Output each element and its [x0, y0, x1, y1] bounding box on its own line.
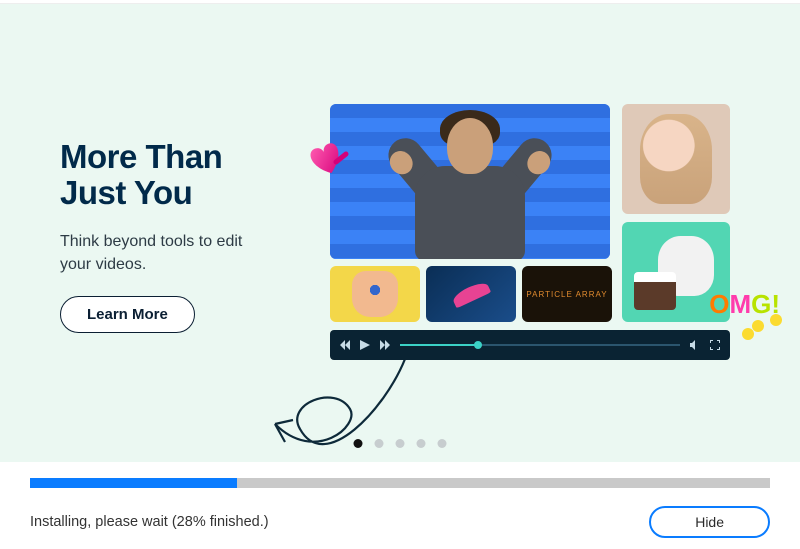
hero-text-column: More Than Just You Think beyond tools to… — [60, 64, 320, 462]
gallery-tile-main-video — [330, 104, 610, 259]
video-player-bar[interactable] — [330, 330, 730, 360]
hero-title-line-2: Just You — [60, 174, 192, 211]
hide-button[interactable]: Hide — [649, 506, 770, 538]
video-gallery: PARTICLE ARRAY — [330, 104, 750, 369]
play-icon[interactable] — [360, 340, 370, 350]
carousel-dot-4[interactable] — [438, 439, 447, 448]
playbar-track[interactable] — [400, 344, 680, 346]
volume-icon[interactable] — [690, 340, 700, 350]
install-progress-bar — [30, 478, 770, 488]
promo-hero: More Than Just You Think beyond tools to… — [0, 4, 800, 462]
carousel-dots — [354, 439, 447, 448]
install-progress-fill — [30, 478, 237, 488]
install-status-text: Installing, please wait (28% finished.) — [30, 514, 269, 530]
gallery-tile-boat — [426, 266, 516, 322]
hero-title: More Than Just You — [60, 139, 320, 212]
gallery-tile-pet — [622, 222, 730, 322]
skip-back-icon[interactable] — [340, 340, 350, 350]
hero-title-line-1: More Than — [60, 138, 222, 175]
gallery-tile-portrait — [622, 104, 730, 214]
carousel-dot-0[interactable] — [354, 439, 363, 448]
learn-more-button[interactable]: Learn More — [60, 296, 195, 333]
hero-gallery-column: PARTICLE ARRAY — [330, 104, 760, 462]
fullscreen-icon[interactable] — [710, 340, 720, 350]
carousel-dot-1[interactable] — [375, 439, 384, 448]
skip-forward-icon[interactable] — [380, 340, 390, 350]
carousel-dot-2[interactable] — [396, 439, 405, 448]
installer-footer: Installing, please wait (28% finished.) … — [0, 462, 800, 538]
fx-tile-label: PARTICLE ARRAY — [526, 290, 607, 299]
carousel-dot-3[interactable] — [417, 439, 426, 448]
hero-subtitle: Think beyond tools to edit your videos. — [60, 230, 260, 276]
gallery-tile-hand — [330, 266, 420, 322]
gallery-tile-fx: PARTICLE ARRAY — [522, 266, 612, 322]
